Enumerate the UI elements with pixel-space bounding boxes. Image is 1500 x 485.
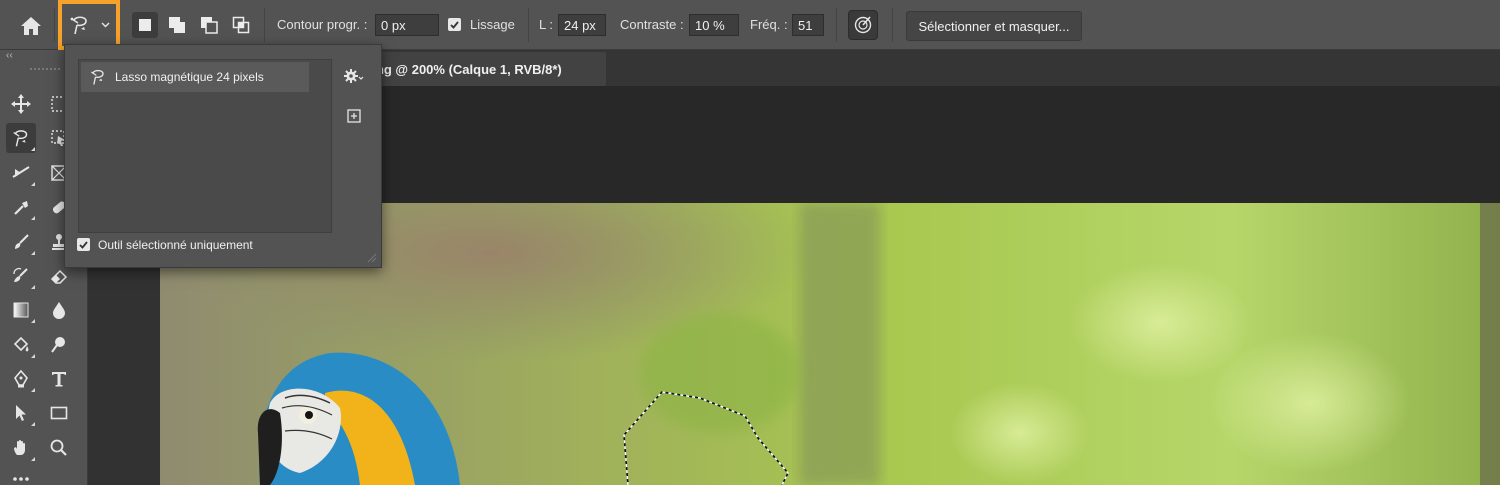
tablet-pressure-icon [854, 16, 872, 34]
magnetic-lasso-icon [13, 130, 28, 147]
magnifier-icon [50, 439, 67, 456]
contrast-input[interactable]: 10 % [689, 14, 739, 36]
add-selection-icon [169, 17, 185, 33]
select-and-mask-button[interactable]: Sélectionner et masquer... [906, 11, 1082, 41]
zoom-tool[interactable] [44, 433, 74, 463]
rectangle-tool[interactable] [44, 398, 74, 428]
hand-icon [14, 440, 25, 455]
preset-settings-button[interactable] [343, 65, 365, 87]
gear-icon [344, 69, 364, 83]
path-selection-tool[interactable] [6, 398, 36, 428]
separator [836, 8, 837, 42]
add-to-selection-button[interactable] [164, 12, 190, 38]
frequency-label: Fréq. : [750, 17, 788, 32]
hand-tool[interactable] [6, 433, 36, 463]
document-tab[interactable]: png @ 200% (Calque 1, RVB/8*) [360, 52, 606, 86]
intersect-selection-button[interactable] [228, 12, 254, 38]
magnetic-lasso-icon [62, 4, 98, 46]
new-preset-button[interactable] [346, 108, 362, 124]
eyedropper-icon [14, 201, 28, 215]
separator [264, 8, 265, 42]
contrast-label: Contraste : [620, 17, 684, 32]
separator [892, 8, 893, 42]
tablet-pressure-button[interactable] [848, 10, 878, 40]
home-button[interactable] [14, 12, 48, 40]
current-tool-only-checkbox[interactable] [77, 238, 90, 251]
ellipsis-icon [13, 476, 29, 481]
eyedropper-tool[interactable] [6, 192, 36, 222]
frequency-input[interactable]: 51 [792, 14, 824, 36]
new-selection-button[interactable] [132, 12, 158, 38]
eraser-icon [50, 269, 68, 284]
move-icon [11, 94, 31, 114]
magnetic-lasso-tool[interactable] [6, 123, 36, 153]
separator [54, 8, 55, 42]
current-tool-only-label: Outil sélectionné uniquement [98, 238, 253, 252]
droplet-icon [53, 302, 65, 319]
antialias-label: Lissage [470, 17, 515, 32]
width-label: L : [539, 17, 553, 32]
type-icon [52, 372, 66, 387]
new-preset-icon [347, 109, 361, 123]
options-bar: Contour progr. : 0 px Lissage L : 24 px … [0, 0, 1500, 50]
tool-preset-panel: Lasso magnétique 24 pixels Outil sélecti… [64, 44, 382, 268]
crop-icon [12, 166, 30, 178]
history-brush-tool[interactable] [6, 261, 36, 291]
separator [528, 8, 529, 42]
paint-bucket-icon [13, 336, 29, 352]
crop-tool[interactable] [6, 158, 36, 188]
photoshop-window: Contour progr. : 0 px Lissage L : 24 px … [0, 0, 1500, 485]
rectangle-icon [50, 406, 68, 420]
brush-icon [15, 234, 29, 249]
home-icon [21, 17, 41, 35]
pen-tool[interactable] [6, 364, 36, 394]
chevron-down-icon [98, 4, 112, 46]
arrow-cursor-icon [16, 405, 26, 421]
antialias-checkbox[interactable] [448, 18, 461, 31]
panel-grip[interactable] [30, 68, 60, 72]
preset-list[interactable]: Lasso magnétique 24 pixels [78, 59, 332, 233]
feather-label: Contour progr. : [277, 17, 368, 32]
width-input[interactable]: 24 px [558, 14, 606, 36]
dodge-tool[interactable] [44, 330, 74, 360]
more-tools-button[interactable] [6, 468, 36, 485]
dodge-icon [51, 337, 65, 353]
history-brush-icon [13, 267, 28, 282]
brush-tool[interactable] [6, 227, 36, 257]
move-tool[interactable] [6, 89, 36, 119]
feather-input[interactable]: 0 px [375, 14, 439, 36]
subtract-selection-icon [201, 17, 218, 34]
collapse-panel-button[interactable]: ‹‹ [6, 50, 13, 61]
resize-grip-icon[interactable] [365, 251, 377, 263]
subtract-from-selection-button[interactable] [196, 12, 222, 38]
preset-item-label: Lasso magnétique 24 pixels [115, 70, 264, 84]
checkmark-icon [450, 20, 459, 29]
tool-preset-picker[interactable] [58, 0, 120, 50]
type-tool[interactable] [44, 364, 74, 394]
new-selection-icon [139, 19, 151, 31]
intersect-selection-icon [232, 16, 250, 34]
gradient-icon [13, 302, 29, 318]
preset-item[interactable]: Lasso magnétique 24 pixels [81, 62, 309, 92]
blur-tool[interactable] [44, 295, 74, 325]
gradient-tool[interactable] [6, 295, 36, 325]
pen-brush-tool[interactable] [6, 330, 36, 360]
pen-nib-icon [14, 369, 28, 388]
magnetic-lasso-icon [91, 69, 104, 85]
checkmark-icon [79, 240, 88, 249]
